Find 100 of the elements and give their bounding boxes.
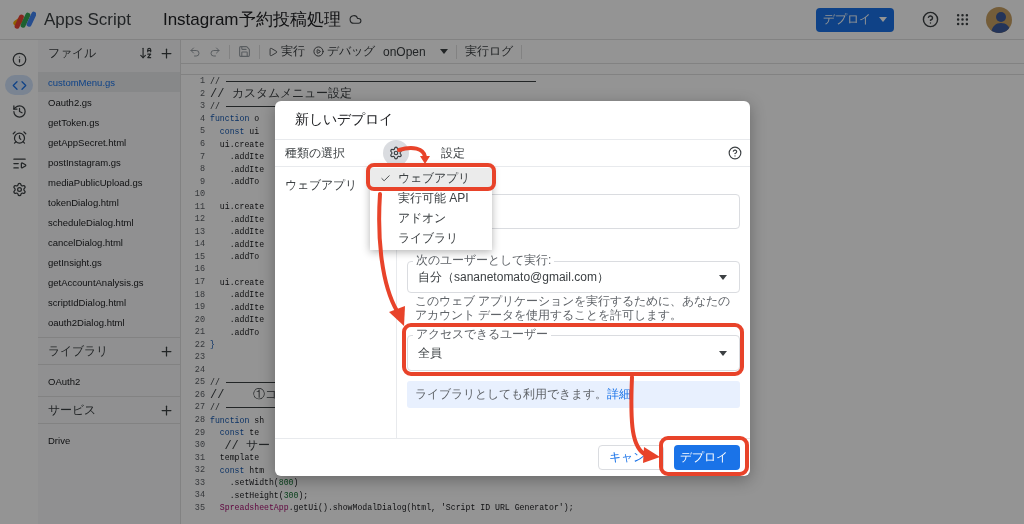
line-number: 16	[193, 264, 205, 275]
code-line: .addTo	[228, 177, 260, 187]
menu-item[interactable]: ウェブアプリ	[370, 168, 492, 188]
line-number: 25	[193, 377, 205, 388]
file-item[interactable]: tokenDialog.html	[38, 192, 180, 212]
caret-icon	[719, 274, 727, 280]
line-number: 23	[193, 352, 205, 363]
line-number: 15	[193, 251, 205, 262]
sort-icon[interactable]	[139, 46, 153, 60]
code-line: ui.create	[218, 277, 265, 287]
line-number: 5	[198, 126, 205, 137]
function-select[interactable]: onOpen	[383, 44, 448, 59]
code-line: .addIte	[228, 152, 265, 162]
add-icon[interactable]	[159, 45, 174, 61]
line-number: 27	[193, 402, 205, 413]
execution-log-button[interactable]: 実行ログ	[464, 43, 513, 60]
line-number: 17	[193, 277, 205, 287]
code-line: .setHeight(300);	[228, 490, 309, 500]
logo-icon	[12, 9, 36, 30]
dialog-title: 新しいデプロイ	[294, 110, 394, 129]
play-icon	[268, 46, 278, 57]
line-number: 21	[193, 327, 205, 338]
file-item[interactable]: scheduleDialog.html	[38, 212, 180, 232]
code-line: .addIte	[228, 290, 265, 300]
code-line: //	[210, 377, 220, 387]
file-item[interactable]: getInsight.gs	[38, 252, 180, 272]
file-item[interactable]: getToken.gs	[38, 112, 180, 132]
line-number: 22	[193, 339, 205, 350]
line-number: 20	[193, 314, 205, 325]
line-number: 18	[193, 289, 205, 300]
library-item[interactable]: OAuth2	[38, 371, 180, 391]
apps-grid-icon[interactable]	[955, 12, 970, 27]
line-number: 32	[193, 465, 205, 476]
deploy-button[interactable]: デプロイ	[674, 445, 740, 470]
file-item[interactable]: oauth2Dialog.html	[38, 312, 180, 332]
help-icon[interactable]	[922, 11, 939, 28]
file-item[interactable]: getAccountAnalysis.gs	[38, 272, 180, 292]
file-item[interactable]: cancelDialog.html	[38, 232, 180, 252]
code-line: .addTo	[228, 327, 260, 337]
code-line: // ①コ	[210, 387, 278, 403]
deployment-type[interactable]: ウェブアプリ	[285, 178, 357, 192]
line-number: 30	[193, 440, 205, 451]
line-number: 8	[198, 164, 205, 175]
code-icon[interactable]	[5, 75, 33, 95]
file-item[interactable]: Oauth2.gs	[38, 92, 180, 112]
caret-icon	[719, 350, 727, 356]
line-number: 33	[193, 477, 205, 488]
run-button[interactable]: 実行	[268, 43, 305, 60]
deploy-button[interactable]: デプロイ	[816, 7, 894, 32]
add-icon[interactable]	[159, 402, 174, 418]
file-item[interactable]: postInstagram.gs	[38, 152, 180, 172]
select-value: 全員	[418, 344, 442, 362]
avatar[interactable]	[986, 6, 1012, 33]
line-number: 12	[193, 214, 205, 225]
debug-button[interactable]: デバッグ	[313, 43, 375, 60]
file-item[interactable]: getAppSecret.html	[38, 132, 180, 152]
code-line: // カスタムメニュー設定	[210, 86, 352, 102]
code-line: .addIte	[228, 164, 265, 174]
code-line: function o	[210, 114, 260, 124]
line-number: 10	[193, 189, 205, 200]
code-line: .addIte	[228, 214, 265, 224]
code-line: .addIte	[228, 315, 265, 325]
menu-item[interactable]: ライブラリ	[370, 228, 492, 248]
file-item[interactable]: mediaPublicUpload.gs	[38, 172, 180, 192]
menu-item[interactable]: アドオン	[370, 208, 492, 228]
details-link[interactable]: 詳細	[607, 387, 631, 401]
code-line: SpreadsheetApp.getUi().showModalDialog(html, 'Script ID URL Generator');	[218, 503, 574, 513]
line-number: 3	[198, 101, 205, 112]
line-number: 29	[193, 427, 205, 438]
code-line: .setWidth(800)	[228, 478, 299, 488]
add-icon[interactable]	[159, 343, 174, 359]
line-number: 9	[198, 176, 205, 187]
section-title: ライブラリ	[48, 342, 109, 360]
section-title: ファイル	[48, 44, 97, 62]
type-label: 種類の選択	[285, 144, 345, 162]
line-number: 4	[198, 113, 205, 124]
line-number: 13	[193, 226, 205, 237]
caret-icon	[439, 49, 448, 54]
file-item[interactable]: scriptIdDialog.html	[38, 292, 180, 312]
service-item[interactable]: Drive	[38, 430, 180, 450]
select-value: 自分（sananetomato@gmail.com）	[418, 268, 609, 286]
settings-label: 設定	[441, 144, 465, 162]
code-line: .addTo	[228, 252, 260, 262]
code-line: //	[210, 403, 220, 412]
code-line: //	[210, 76, 220, 86]
code-line: ui.create	[218, 139, 265, 149]
line-number: 14	[193, 239, 205, 250]
code-line: const htm	[218, 465, 265, 475]
project-title[interactable]: Instagram予約投稿処理	[162, 8, 341, 31]
code-line: function sh	[210, 415, 265, 425]
code-line: //	[210, 101, 220, 111]
code-line: .addIte	[228, 227, 265, 237]
line-number: 11	[193, 201, 205, 212]
info-text: ライブラリとしても利用できます。詳細	[415, 386, 631, 403]
code-line: template	[218, 453, 260, 463]
code-line: const ui	[218, 126, 260, 136]
code-line: }	[210, 340, 215, 350]
line-number: 7	[198, 151, 205, 162]
code-line: ui.create	[218, 202, 265, 212]
help-icon[interactable]	[728, 146, 742, 160]
